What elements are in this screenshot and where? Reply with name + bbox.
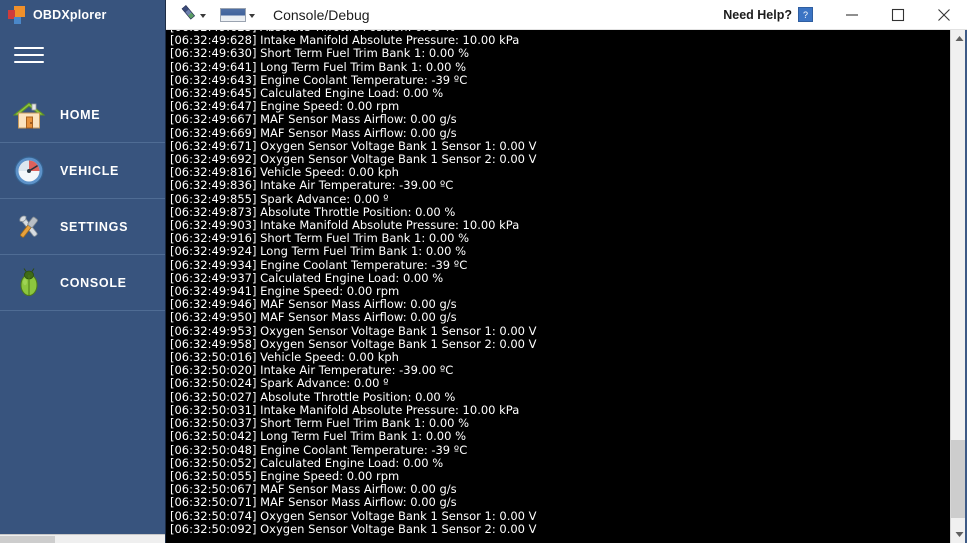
sidebar-item-home[interactable]: HOME <box>0 87 165 143</box>
question-mark-icon[interactable]: ? <box>798 7 813 22</box>
color-swatch-icon <box>220 7 246 22</box>
console-log-line: [06:32:49:934] Engine Coolant Temperatur… <box>170 257 468 272</box>
console-log-line: [06:32:49:836] Intake Air Temperature: -… <box>170 178 454 193</box>
need-help-label: Need Help? <box>723 7 792 22</box>
maximize-button[interactable] <box>875 0 921 30</box>
minimize-icon <box>846 13 858 16</box>
close-button[interactable] <box>921 0 967 30</box>
sidebar-item-label: SETTINGS <box>60 219 129 234</box>
chevron-down-icon <box>249 13 255 18</box>
console-log-line: [06:32:50:027] Absolute Throttle Positio… <box>170 389 456 404</box>
console-log-line: [06:32:49:950] MAF Sensor Mass Airflow: … <box>170 310 457 325</box>
console-log-line: [06:32:50:052] Calculated Engine Load: 0… <box>170 455 444 470</box>
app-title: OBDXplorer <box>33 8 107 22</box>
chevron-down-icon <box>200 13 206 18</box>
menu-hamburger-icon[interactable] <box>14 44 44 66</box>
console-log-lines: [06:32:49:625] Absolute Throttle Positio… <box>170 30 537 536</box>
sidebar-item-label: HOME <box>60 107 101 122</box>
document-title: Console/Debug <box>273 6 370 23</box>
gauge-icon <box>12 154 46 188</box>
console-log-line: [06:32:49:641] Long Term Fuel Trim Bank … <box>170 59 467 74</box>
need-help-button[interactable]: Need Help? ? <box>723 7 813 22</box>
pen-tool-button[interactable] <box>178 2 208 28</box>
maximize-icon <box>891 8 905 21</box>
sidebar-item-label: VEHICLE <box>60 163 120 178</box>
console-log-line: [06:32:49:953] Oxygen Sensor Voltage Ban… <box>170 323 537 338</box>
sidebar-item-label: CONSOLE <box>60 275 127 290</box>
sidebar-horizontal-scrollbar[interactable] <box>0 534 165 543</box>
console-log-area[interactable]: [06:32:49:625] Absolute Throttle Positio… <box>166 30 950 543</box>
sidebar: OBDXplorer HOME VEHICLE SETTINGS CONSOLE <box>0 0 166 543</box>
console-log-line: [06:32:50:048] Engine Coolant Temperatur… <box>170 442 468 457</box>
tools-icon <box>12 210 46 244</box>
minimize-button[interactable] <box>829 0 875 30</box>
console-output-panel: [06:32:49:625] Absolute Throttle Positio… <box>166 30 967 543</box>
console-log-line: [06:32:49:630] Short Term Fuel Trim Bank… <box>170 46 470 61</box>
sidebar-item-settings[interactable]: SETTINGS <box>0 199 165 255</box>
home-icon <box>12 98 46 132</box>
app-logo-icon <box>8 6 26 24</box>
bug-icon <box>12 266 46 300</box>
titlebar: Console/Debug Need Help? ? <box>166 0 967 30</box>
console-log-line: [06:32:49:855] Spark Advance: 0.00 º <box>170 191 389 206</box>
sidebar-nav: HOME VEHICLE SETTINGS CONSOLE <box>0 87 165 311</box>
console-log-line: [06:32:50:024] Spark Advance: 0.00 º <box>170 376 389 391</box>
console-log-line: [06:32:49:667] MAF Sensor Mass Airflow: … <box>170 112 457 127</box>
pen-icon <box>180 4 197 26</box>
console-log-line: [06:32:50:074] Oxygen Sensor Voltage Ban… <box>170 508 537 523</box>
application-window: OBDXplorer HOME VEHICLE SETTINGS CONSOLE… <box>0 0 967 543</box>
scrollbar-thumb[interactable] <box>0 536 55 543</box>
console-log-line: [06:32:49:669] MAF Sensor Mass Airflow: … <box>170 125 457 140</box>
sidebar-item-vehicle[interactable]: VEHICLE <box>0 143 165 199</box>
console-log-line: [06:32:50:071] MAF Sensor Mass Airflow: … <box>170 495 457 510</box>
console-log-line: [06:32:49:924] Long Term Fuel Trim Bank … <box>170 244 467 259</box>
sidebar-item-console[interactable]: CONSOLE <box>0 255 165 311</box>
color-swatch-button[interactable] <box>218 6 257 24</box>
console-log-line: [06:32:50:042] Long Term Fuel Trim Bank … <box>170 429 467 444</box>
console-log-line: [06:32:50:092] Oxygen Sensor Voltage Ban… <box>170 521 537 536</box>
titlebar-right-group: Need Help? ? <box>723 0 967 29</box>
app-brand: OBDXplorer <box>0 0 165 30</box>
close-icon <box>938 8 950 21</box>
